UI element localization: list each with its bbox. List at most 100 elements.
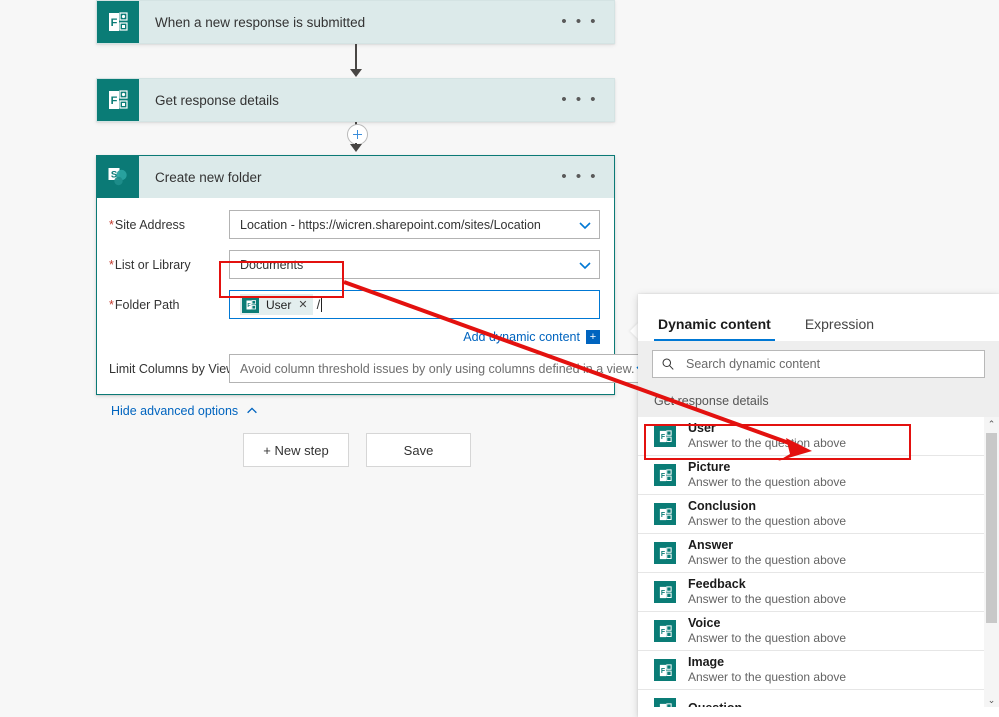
chevron-down-icon[interactable] <box>577 217 593 233</box>
search-icon <box>661 357 675 371</box>
hide-advanced-options-label: Hide advanced options <box>111 404 239 418</box>
search-input[interactable] <box>684 356 976 372</box>
flow-step-create-new-folder[interactable]: S Create new folder • • • *Site Address … <box>96 155 658 418</box>
tab-expression[interactable]: Expression <box>801 316 878 341</box>
chevron-up-icon <box>245 404 259 418</box>
list-item-title: Image <box>688 654 725 669</box>
flow-step-get-response-details[interactable]: F Get response details • • • <box>96 78 615 122</box>
field-label-site-address: *Site Address <box>109 217 186 232</box>
list-item-subtitle: Answer to the question above <box>688 631 847 646</box>
microsoft-forms-icon: F <box>654 620 676 642</box>
list-item[interactable]: F Feedback Answer to the question above <box>638 573 999 612</box>
microsoft-forms-icon: F <box>654 503 676 525</box>
hide-advanced-options-link[interactable]: Hide advanced options <box>111 404 259 418</box>
svg-text:F: F <box>660 629 664 636</box>
microsoft-forms-icon: F <box>242 296 259 313</box>
list-item[interactable]: F Answer Answer to the question above <box>638 534 999 573</box>
list-item[interactable]: F Picture Answer to the question above <box>638 456 999 495</box>
field-row-folder-path: *Folder Path F User ✕ / <box>109 290 600 319</box>
list-item-subtitle: Answer to the question above <box>688 670 847 685</box>
svg-text:F: F <box>660 551 664 558</box>
svg-text:F: F <box>660 668 664 675</box>
svg-text:F: F <box>660 590 664 597</box>
save-button[interactable]: Save <box>366 433 471 467</box>
sharepoint-icon: S <box>97 156 139 198</box>
required-indicator: * <box>109 297 114 312</box>
add-dynamic-content-badge-icon[interactable]: + <box>586 330 600 344</box>
flow-connector-arrow <box>350 69 362 77</box>
svg-text:F: F <box>111 95 118 107</box>
list-or-library-dropdown[interactable]: Documents <box>229 250 600 279</box>
flow-step-title: Get response details <box>155 92 279 108</box>
list-item-title: Picture <box>688 459 731 474</box>
step-overflow-menu-icon[interactable]: • • • <box>561 14 614 29</box>
flow-step-title: When a new response is submitted <box>155 14 366 30</box>
list-item[interactable]: F Image Answer to the question above <box>638 651 999 690</box>
add-dynamic-content-row: Add dynamic content + <box>109 330 600 344</box>
flow-connector-arrow <box>350 144 362 152</box>
new-step-button[interactable]: + New step <box>243 433 349 467</box>
dynamic-content-tabs: Dynamic content Expression <box>638 294 999 341</box>
limit-columns-by-view-placeholder: Avoid column threshold issues by only us… <box>240 361 635 376</box>
list-item[interactable]: F User Answer to the question above <box>638 417 999 456</box>
microsoft-forms-icon: F <box>654 425 676 447</box>
list-item-subtitle: Answer to the question above <box>688 475 847 490</box>
microsoft-forms-icon: F <box>654 464 676 486</box>
svg-text:F: F <box>660 473 664 480</box>
microsoft-forms-icon: F <box>654 659 676 681</box>
dynamic-content-scrollbar[interactable]: ⌃ ⌄ <box>984 417 999 707</box>
token-remove-icon[interactable]: ✕ <box>298 298 307 311</box>
required-indicator: * <box>109 257 114 272</box>
tab-dynamic-content[interactable]: Dynamic content <box>654 316 775 341</box>
token-label: User <box>266 297 292 312</box>
text-cursor <box>321 297 323 312</box>
list-item-title: Feedback <box>688 576 746 591</box>
expanded-step-title: Create new folder <box>155 169 262 185</box>
svg-text:F: F <box>660 434 664 441</box>
site-address-value: Location - https://wicren.sharepoint.com… <box>240 217 541 232</box>
flow-canvas: F When a new response is submitted • • •… <box>0 0 658 717</box>
flow-step-trigger[interactable]: F When a new response is submitted • • • <box>96 0 615 44</box>
svg-text:F: F <box>660 512 664 519</box>
list-item-title: Answer <box>688 537 734 552</box>
field-label-folder-path: *Folder Path <box>109 297 180 312</box>
field-row-site-address: *Site Address Location - https://wicren.… <box>109 210 600 239</box>
scroll-up-arrow-icon[interactable]: ⌃ <box>984 417 999 431</box>
svg-text:F: F <box>111 17 118 29</box>
list-item[interactable]: F Conclusion Answer to the question abov… <box>638 495 999 534</box>
dynamic-content-list: F User Answer to the question above F Pi… <box>638 417 999 707</box>
microsoft-forms-icon: F <box>97 79 139 121</box>
field-label-list-or-library: *List or Library <box>109 257 191 272</box>
dynamic-content-search-wrap <box>638 341 999 388</box>
add-dynamic-content-link[interactable]: Add dynamic content <box>463 330 580 344</box>
list-item[interactable]: F Question <box>638 690 999 707</box>
list-item-subtitle: Answer to the question above <box>688 553 847 568</box>
dynamic-content-search-box[interactable] <box>652 350 985 378</box>
list-item-title: User <box>688 420 716 435</box>
dynamic-content-token-user[interactable]: F User ✕ <box>240 294 313 315</box>
list-item-title: Question <box>688 701 742 707</box>
folder-path-typed-text: / <box>316 297 321 312</box>
required-indicator: * <box>109 217 114 232</box>
svg-text:F: F <box>660 707 664 708</box>
expanded-step-header[interactable]: S Create new folder • • • <box>97 156 614 198</box>
field-label-limit-columns-by-view: Limit Columns by View <box>109 361 236 376</box>
microsoft-forms-icon: F <box>654 542 676 564</box>
expanded-step-body: *Site Address Location - https://wicren.… <box>97 198 658 418</box>
list-item-subtitle: Answer to the question above <box>688 514 847 529</box>
dynamic-content-group-header: Get response details <box>638 388 999 417</box>
insert-step-button[interactable] <box>347 124 368 145</box>
list-item-subtitle: Answer to the question above <box>688 592 847 607</box>
microsoft-forms-icon: F <box>654 581 676 603</box>
folder-path-input[interactable]: F User ✕ / <box>229 290 600 319</box>
list-item[interactable]: F Voice Answer to the question above <box>638 612 999 651</box>
scrollbar-thumb[interactable] <box>986 433 997 623</box>
limit-columns-by-view-dropdown[interactable]: Avoid column threshold issues by only us… <box>229 354 658 383</box>
list-item-title: Voice <box>688 615 721 630</box>
scroll-down-arrow-icon[interactable]: ⌄ <box>984 693 999 707</box>
chevron-down-icon[interactable] <box>577 257 593 273</box>
microsoft-forms-icon: F <box>654 698 676 707</box>
step-overflow-menu-icon[interactable]: • • • <box>561 169 614 184</box>
step-overflow-menu-icon[interactable]: • • • <box>561 92 614 107</box>
site-address-dropdown[interactable]: Location - https://wicren.sharepoint.com… <box>229 210 600 239</box>
